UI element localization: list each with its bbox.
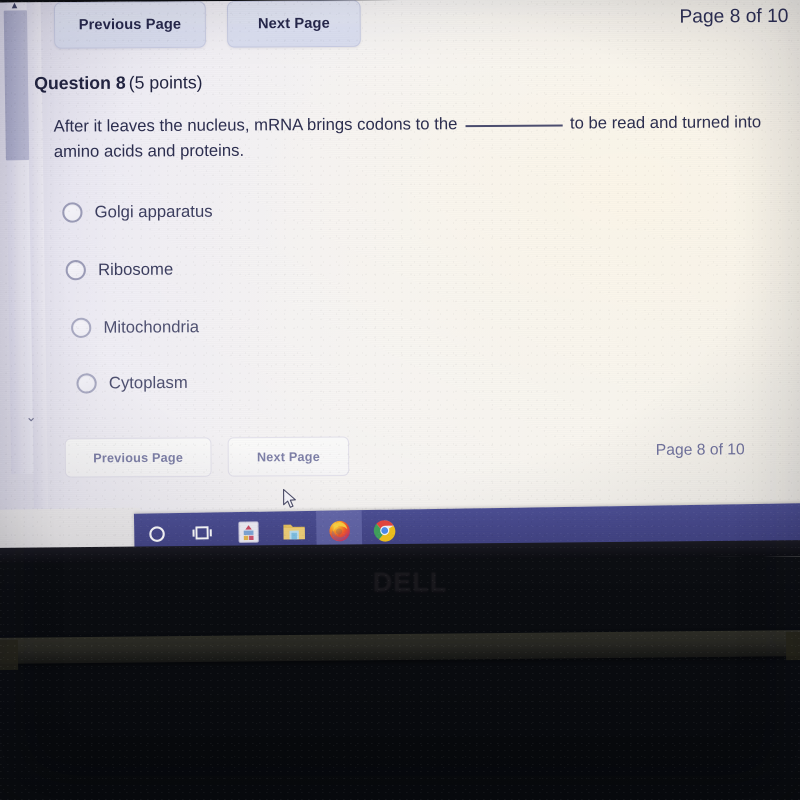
question-text-before-blank: After it leaves the nucleus, mRNA brings… [53,115,458,136]
fill-in-blank [465,110,563,128]
answer-option-mitochondria[interactable]: Mitochondria [71,317,199,338]
laptop-hinge-cap-left [0,639,19,671]
page-indicator-bottom: Page 8 of 10 [655,441,745,459]
next-page-button-top[interactable]: Next Page [226,0,361,48]
radio-button-icon[interactable] [71,317,92,338]
answer-options: Golgi apparatus Ribosome Mitochondria Cy… [0,190,523,394]
store-app-icon [237,521,259,543]
answer-option-label: Cytoplasm [108,373,188,392]
answer-option-label: Mitochondria [103,317,200,337]
photo-of-laptop-screen: DELL ▴ ⌄ Previous Page Next Page Page 8 … [0,0,800,800]
question-title: Question 8 [34,72,126,94]
answer-option-ribosome[interactable]: Ribosome [65,259,174,281]
file-explorer-icon [282,524,305,540]
cortana-search-icon [149,525,165,542]
radio-button-icon[interactable] [76,373,97,394]
previous-page-button-bottom[interactable]: Previous Page [64,437,212,478]
question-points: (5 points) [128,72,203,93]
answer-option-golgi-apparatus[interactable]: Golgi apparatus [62,202,213,223]
laptop-screen: ▴ ⌄ Previous Page Next Page Page 8 of 10… [0,0,800,562]
answer-option-label: Golgi apparatus [94,202,213,221]
task-view-icon [191,526,212,540]
chrome-icon [373,519,396,542]
question-header: Question 8 (5 points) [34,72,203,94]
firefox-icon [328,520,350,542]
question-text: After it leaves the nucleus, mRNA brings… [54,109,778,165]
quiz-content: Previous Page Next Page Page 8 of 10 Que… [0,0,800,519]
radio-button-icon[interactable] [65,259,86,281]
next-page-button-bottom[interactable]: Next Page [227,436,350,477]
radio-button-icon[interactable] [62,202,83,223]
laptop-hinge-cap-right [785,631,800,661]
previous-page-button-top[interactable]: Previous Page [53,1,206,49]
bottom-navigation: Previous Page Next Page [64,436,350,478]
answer-option-cytoplasm[interactable]: Cytoplasm [76,373,188,394]
top-navigation: Previous Page Next Page [53,0,361,49]
answer-option-label: Ribosome [97,259,174,279]
dell-brand-logo: DELL [372,567,448,597]
page-indicator-top: Page 8 of 10 [679,5,789,28]
